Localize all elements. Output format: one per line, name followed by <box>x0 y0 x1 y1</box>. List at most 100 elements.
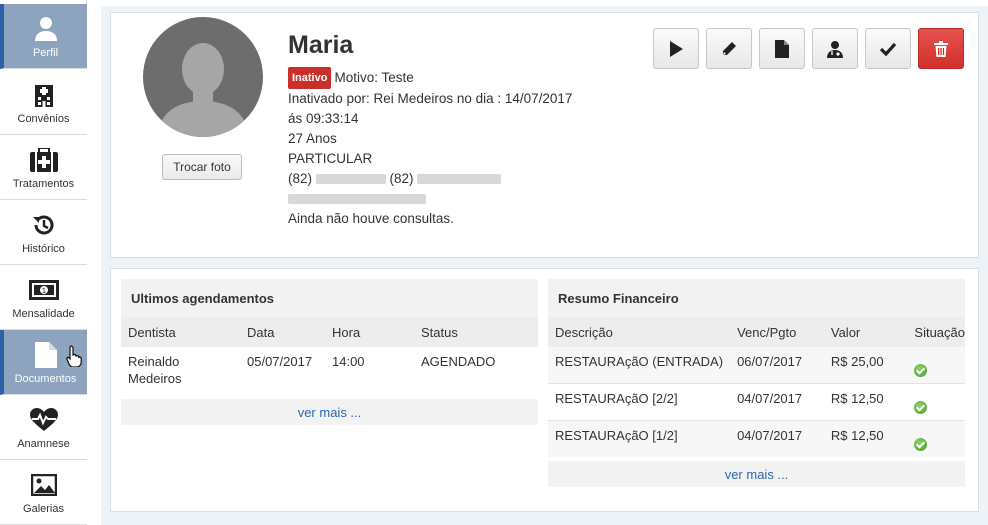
action-toolbar <box>653 28 964 69</box>
sidebar-item-label: Perfil <box>32 46 59 59</box>
hora-cell: 14:00 <box>332 354 365 369</box>
trash-icon <box>934 40 948 57</box>
agendamentos-panel: Ultimos agendamentos Dentista Data Hora … <box>121 279 538 425</box>
convenio-text: PARTICULAR <box>288 151 373 166</box>
table-row[interactable]: Reinaldo Medeiros 05/07/2017 14:00 AGEND… <box>121 347 538 399</box>
details-card: Ultimos agendamentos Dentista Data Hora … <box>110 268 979 512</box>
sidebar-item-label: Mensalidade <box>12 307 75 320</box>
medkit-icon <box>29 145 59 175</box>
agendamentos-table: Dentista Data Hora Status Reinaldo Medei… <box>121 317 538 399</box>
history-icon <box>29 210 59 240</box>
play-button[interactable] <box>653 28 699 69</box>
table-row[interactable]: RESTAURAçãO [1/2] 04/07/2017 R$ 12,50 <box>548 420 965 457</box>
status-badge: Inativo <box>288 67 332 89</box>
sidebar-item-label: Histórico <box>22 242 65 255</box>
financeiro-panel: Resumo Financeiro Descrição Venc/Pgto Va… <box>548 279 965 487</box>
inativado-por-text: Inativado por: Rei Medeiros no dia : 14/… <box>288 91 573 106</box>
column-header: Hora <box>325 317 414 347</box>
profile-card: Trocar foto Maria Inativo Motivo: Teste I… <box>110 12 979 258</box>
column-header: Situação <box>907 317 965 347</box>
sidebar-item-label: Convênios <box>17 112 70 125</box>
venc-cell: 06/07/2017 <box>730 347 824 384</box>
file-icon <box>775 39 789 58</box>
column-header: Valor <box>823 317 908 347</box>
financeiro-ver-mais-link[interactable]: ver mais ... <box>548 461 965 487</box>
valor-cell: R$ 12,50 <box>823 420 908 457</box>
delete-button[interactable] <box>918 28 964 69</box>
sidebar-item-documentos[interactable]: Documentos <box>0 330 87 395</box>
sidebar: Perfil Convênios Tratamentos Histórico 1… <box>0 0 87 525</box>
image-icon <box>29 470 59 500</box>
descricao-cell: RESTAURAçãO (ENTRADA) <box>548 347 731 384</box>
pencil-icon <box>723 41 736 55</box>
redacted-email <box>288 194 426 204</box>
edit-button[interactable] <box>706 28 752 69</box>
venc-cell: 04/07/2017 <box>730 383 824 421</box>
doctor-icon <box>827 40 843 58</box>
left-strip <box>87 0 101 525</box>
agendamentos-title: Ultimos agendamentos <box>121 279 538 317</box>
money-icon: 1 <box>28 275 59 305</box>
sidebar-item-label: Galerias <box>23 502 64 515</box>
document-icon <box>31 340 61 370</box>
patient-name: Maria <box>288 31 354 59</box>
column-header: Status <box>414 317 538 347</box>
table-row[interactable]: RESTAURAçãO (ENTRADA) 06/07/2017 R$ 25,0… <box>548 347 965 384</box>
valor-cell: R$ 25,00 <box>823 347 908 384</box>
column-header: Data <box>240 317 325 347</box>
situacao-cell <box>907 383 965 421</box>
sidebar-item-label: Documentos <box>14 372 77 385</box>
sidebar-item-perfil[interactable]: Perfil <box>0 4 87 69</box>
phone2-prefix: (82) <box>389 171 414 186</box>
sidebar-item-anamnese[interactable]: Anamnese <box>0 395 87 460</box>
table-row[interactable]: RESTAURAçãO [2/2] 04/07/2017 R$ 12,50 <box>548 383 965 421</box>
situacao-cell <box>907 420 965 457</box>
phones-line: (82) (82) <box>288 169 648 189</box>
sidebar-item-convenios[interactable]: Convênios <box>0 70 87 135</box>
sidebar-item-historico[interactable]: Histórico <box>0 200 87 265</box>
column-header: Venc/Pgto <box>730 317 824 347</box>
doctor-button[interactable] <box>812 28 858 69</box>
financeiro-title: Resumo Financeiro <box>548 279 965 317</box>
paid-status-icon <box>914 438 928 451</box>
sidebar-item-tratamentos[interactable]: Tratamentos <box>0 135 87 200</box>
profile-info: Maria Inativo Motivo: Teste Inativado por… <box>288 31 648 229</box>
venc-cell: 04/07/2017 <box>730 420 824 457</box>
play-icon <box>670 40 683 57</box>
avatar <box>143 17 263 137</box>
data-cell: 05/07/2017 <box>247 354 313 369</box>
paid-status-icon <box>914 364 928 377</box>
valor-cell: R$ 12,50 <box>823 383 908 421</box>
status-line: Inativo Motivo: Teste <box>288 67 648 89</box>
agendamentos-ver-mais-link[interactable]: ver mais ... <box>121 399 538 425</box>
hospital-icon <box>29 80 59 110</box>
table-header-row: Dentista Data Hora Status <box>121 317 538 347</box>
sidebar-item-label: Tratamentos <box>12 177 75 190</box>
inativado-hora-text: ás 09:33:14 <box>288 111 359 126</box>
user-silhouette-icon <box>157 43 249 137</box>
heartbeat-icon <box>29 405 59 435</box>
redacted-phone <box>417 174 502 184</box>
email-line <box>288 189 648 209</box>
dentista-cell: Reinaldo Medeiros <box>128 354 182 386</box>
sidebar-item-galerias[interactable]: Galerias <box>0 460 87 525</box>
age-text: 27 Anos <box>288 131 337 146</box>
redacted-phone <box>315 174 386 184</box>
financeiro-table: Descrição Venc/Pgto Valor Situação RESTA… <box>548 317 965 457</box>
check-button[interactable] <box>865 28 911 69</box>
motivo-text: Motivo: Teste <box>334 70 414 85</box>
status-cell: AGENDADO <box>421 354 496 369</box>
descricao-cell: RESTAURAçãO [1/2] <box>548 420 731 457</box>
check-icon <box>880 42 896 56</box>
table-header-row: Descrição Venc/Pgto Valor Situação <box>548 317 965 347</box>
sidebar-item-label: Anamnese <box>17 437 70 450</box>
phone1-prefix: (82) <box>288 171 313 186</box>
change-photo-button[interactable]: Trocar foto <box>162 154 242 180</box>
column-header: Descrição <box>548 317 731 347</box>
situacao-cell <box>907 347 965 384</box>
top-strip <box>87 0 988 6</box>
column-header: Dentista <box>121 317 240 347</box>
svg-text:1: 1 <box>41 287 45 295</box>
file-button[interactable] <box>759 28 805 69</box>
sidebar-item-mensalidade[interactable]: 1 Mensalidade <box>0 265 87 330</box>
